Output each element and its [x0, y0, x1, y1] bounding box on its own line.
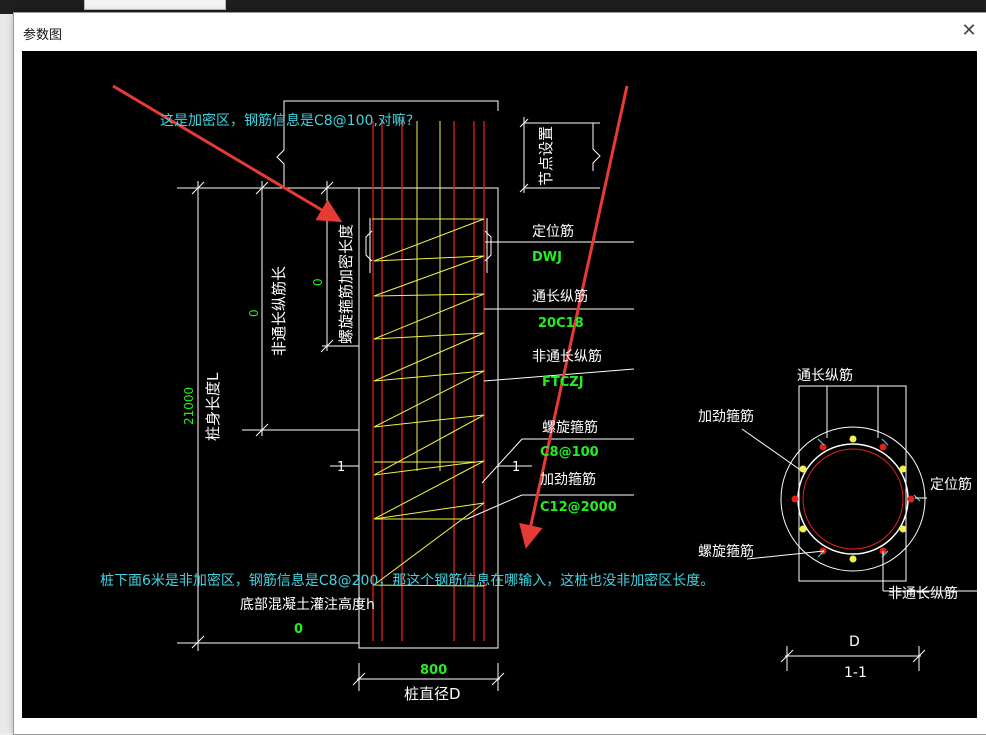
- diameter-label: 桩直径D: [404, 685, 461, 703]
- background-left-pane: [0, 14, 14, 733]
- diameter-value: 800: [420, 663, 447, 678]
- diagram-canvas: 这是加密区，钢筋信息是C8@100,对嘛? 桩下面6米是非加密区，钢筋信息是C8…: [22, 51, 977, 718]
- section-bars: [791, 435, 915, 563]
- non-through-bar-label: 非通长纵筋: [532, 348, 602, 365]
- close-button[interactable]: ✕: [957, 20, 981, 42]
- through-bar-value: 20C18: [538, 316, 584, 331]
- pile-length-value: 21000: [182, 387, 196, 425]
- close-icon: ✕: [961, 20, 977, 41]
- positioning-bar-value: DWJ: [532, 250, 562, 265]
- node-setting-label: 节点设置: [537, 126, 555, 186]
- top-question: 这是加密区，钢筋信息是C8@100,对嘛?: [160, 112, 413, 129]
- spiral-stirrup-label: 螺旋箍筋: [542, 419, 598, 436]
- bottom-question: 桩下面6米是非加密区，钢筋信息是C8@200，那这个钢筋信息在哪输入，这桩也没非…: [100, 572, 714, 589]
- background-tab: [84, 0, 226, 10]
- spiral-stirrup: [372, 218, 485, 587]
- stiffening-stirrup-value: C12@2000: [540, 500, 617, 515]
- section-name: 1-1: [844, 665, 867, 681]
- dialog-titlebar: 参数图 ✕: [14, 13, 986, 51]
- stiffening-stirrup-label: 加劲箍筋: [540, 471, 596, 488]
- longitudinal-bars: [372, 121, 485, 641]
- section-spiral-label: 螺旋箍筋: [698, 543, 754, 560]
- section-stiffening-label: 加劲箍筋: [698, 408, 754, 425]
- section-spiral-circle: [797, 443, 909, 555]
- section-non-through-label: 非通长纵筋: [888, 585, 958, 602]
- section-through-bar-label: 通长纵筋: [797, 367, 853, 384]
- non-through-bar-value: FTCZJ: [542, 375, 584, 390]
- spiral-dense-length-label: 螺旋箍筋加密长度: [337, 224, 355, 344]
- pile-length-label: 桩身长度L: [204, 372, 222, 441]
- non-through-length-label: 非通长纵筋长: [270, 266, 288, 356]
- node-right-bracket: [592, 123, 601, 171]
- arrow-to-dense-length: [112, 84, 343, 223]
- bottom-concrete-value: 0: [294, 622, 303, 637]
- dialog-title: 参数图: [23, 28, 63, 43]
- bottom-concrete-label: 底部混凝土灌注高度h: [240, 596, 375, 613]
- section-inner-circle: [802, 448, 904, 550]
- spiral-dense-length-value: 0: [311, 278, 325, 286]
- section-leaders: [741, 386, 977, 671]
- positioning-bar-label: 定位筋: [532, 223, 574, 240]
- positioning-ring: [365, 218, 492, 273]
- section-positioning-label: 定位筋: [930, 476, 972, 493]
- section-ticks: [817, 438, 921, 558]
- section-mark-right: 1: [512, 460, 520, 475]
- non-through-bars: [416, 121, 441, 471]
- non-through-length-value: 0: [247, 309, 261, 317]
- section-mark-left: 1: [337, 460, 345, 475]
- parameter-diagram-dialog: 参数图 ✕ 这是加密区，钢筋信息是C8@100,对嘛? 桩下面6米是非加密区，钢…: [13, 12, 986, 735]
- through-bar-label: 通长纵筋: [532, 288, 588, 305]
- section-diameter-label: D: [849, 634, 860, 650]
- pile-diagram-svg: 这是加密区，钢筋信息是C8@100,对嘛? 桩下面6米是非加密区，钢筋信息是C8…: [100, 84, 977, 703]
- spiral-stirrup-value: C8@100: [540, 445, 599, 460]
